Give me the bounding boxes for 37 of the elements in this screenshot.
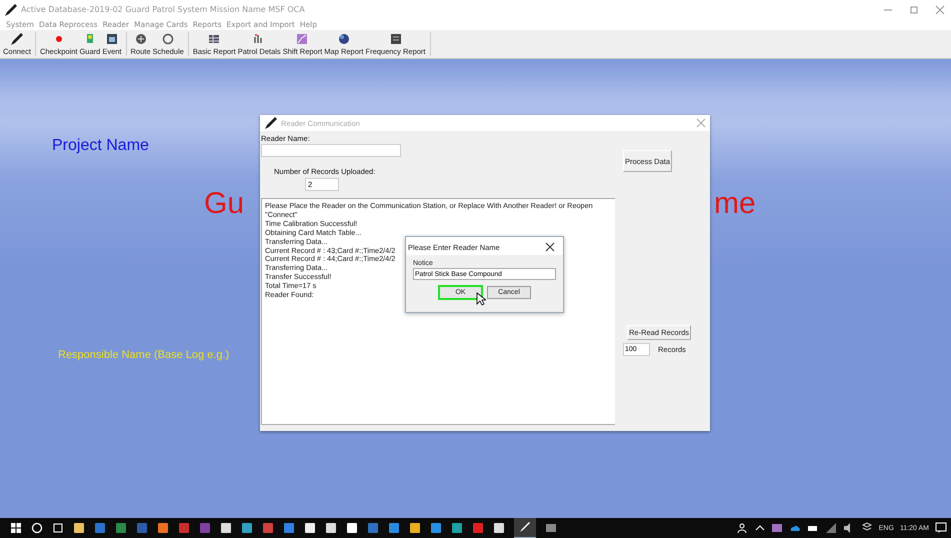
- app-icon[interactable]: [73, 522, 85, 534]
- app-icon[interactable]: [493, 522, 505, 534]
- app-icon[interactable]: [220, 522, 232, 534]
- window-title: Active Database-2019-02 Guard Patrol System Mission Name MSF OCA: [21, 5, 305, 14]
- people-icon[interactable]: [736, 522, 749, 534]
- app-icon[interactable]: [409, 522, 421, 534]
- globe-icon: [336, 32, 351, 46]
- title-text: Gu: [204, 187, 244, 221]
- chart-icon: [295, 32, 310, 46]
- app-icon[interactable]: [157, 522, 169, 534]
- pen-icon: [4, 2, 18, 16]
- maximize-icon[interactable]: [909, 4, 919, 14]
- app-icon[interactable]: [430, 522, 442, 534]
- project-name-label: Project Name: [52, 137, 149, 155]
- pen-icon: [519, 521, 531, 533]
- task-view-icon[interactable]: [52, 522, 64, 534]
- close-icon[interactable]: [545, 242, 555, 252]
- pen-icon: [264, 116, 278, 130]
- app-icon[interactable]: [346, 522, 358, 534]
- search-icon[interactable]: [31, 522, 43, 534]
- wifi-icon[interactable]: [824, 522, 837, 534]
- grid-icon: [207, 32, 222, 46]
- notification-icon[interactable]: [935, 522, 947, 534]
- app-icon[interactable]: [514, 517, 536, 538]
- report-icon: [388, 32, 402, 46]
- app-icon[interactable]: [304, 522, 316, 534]
- responsible-name-label: Responsible Name (Base Log e.g.): [58, 349, 230, 361]
- cursor-icon: [476, 292, 486, 306]
- title-text: me: [714, 187, 756, 221]
- chevron-icon[interactable]: [754, 523, 765, 533]
- ring-icon: [161, 32, 176, 46]
- app-icon[interactable]: [241, 522, 253, 534]
- app-icon[interactable]: [451, 522, 463, 534]
- windows-icon[interactable]: [10, 522, 22, 534]
- pen-icon: [10, 32, 24, 46]
- app-icon[interactable]: [325, 522, 337, 534]
- reader-name-field[interactable]: [261, 144, 401, 157]
